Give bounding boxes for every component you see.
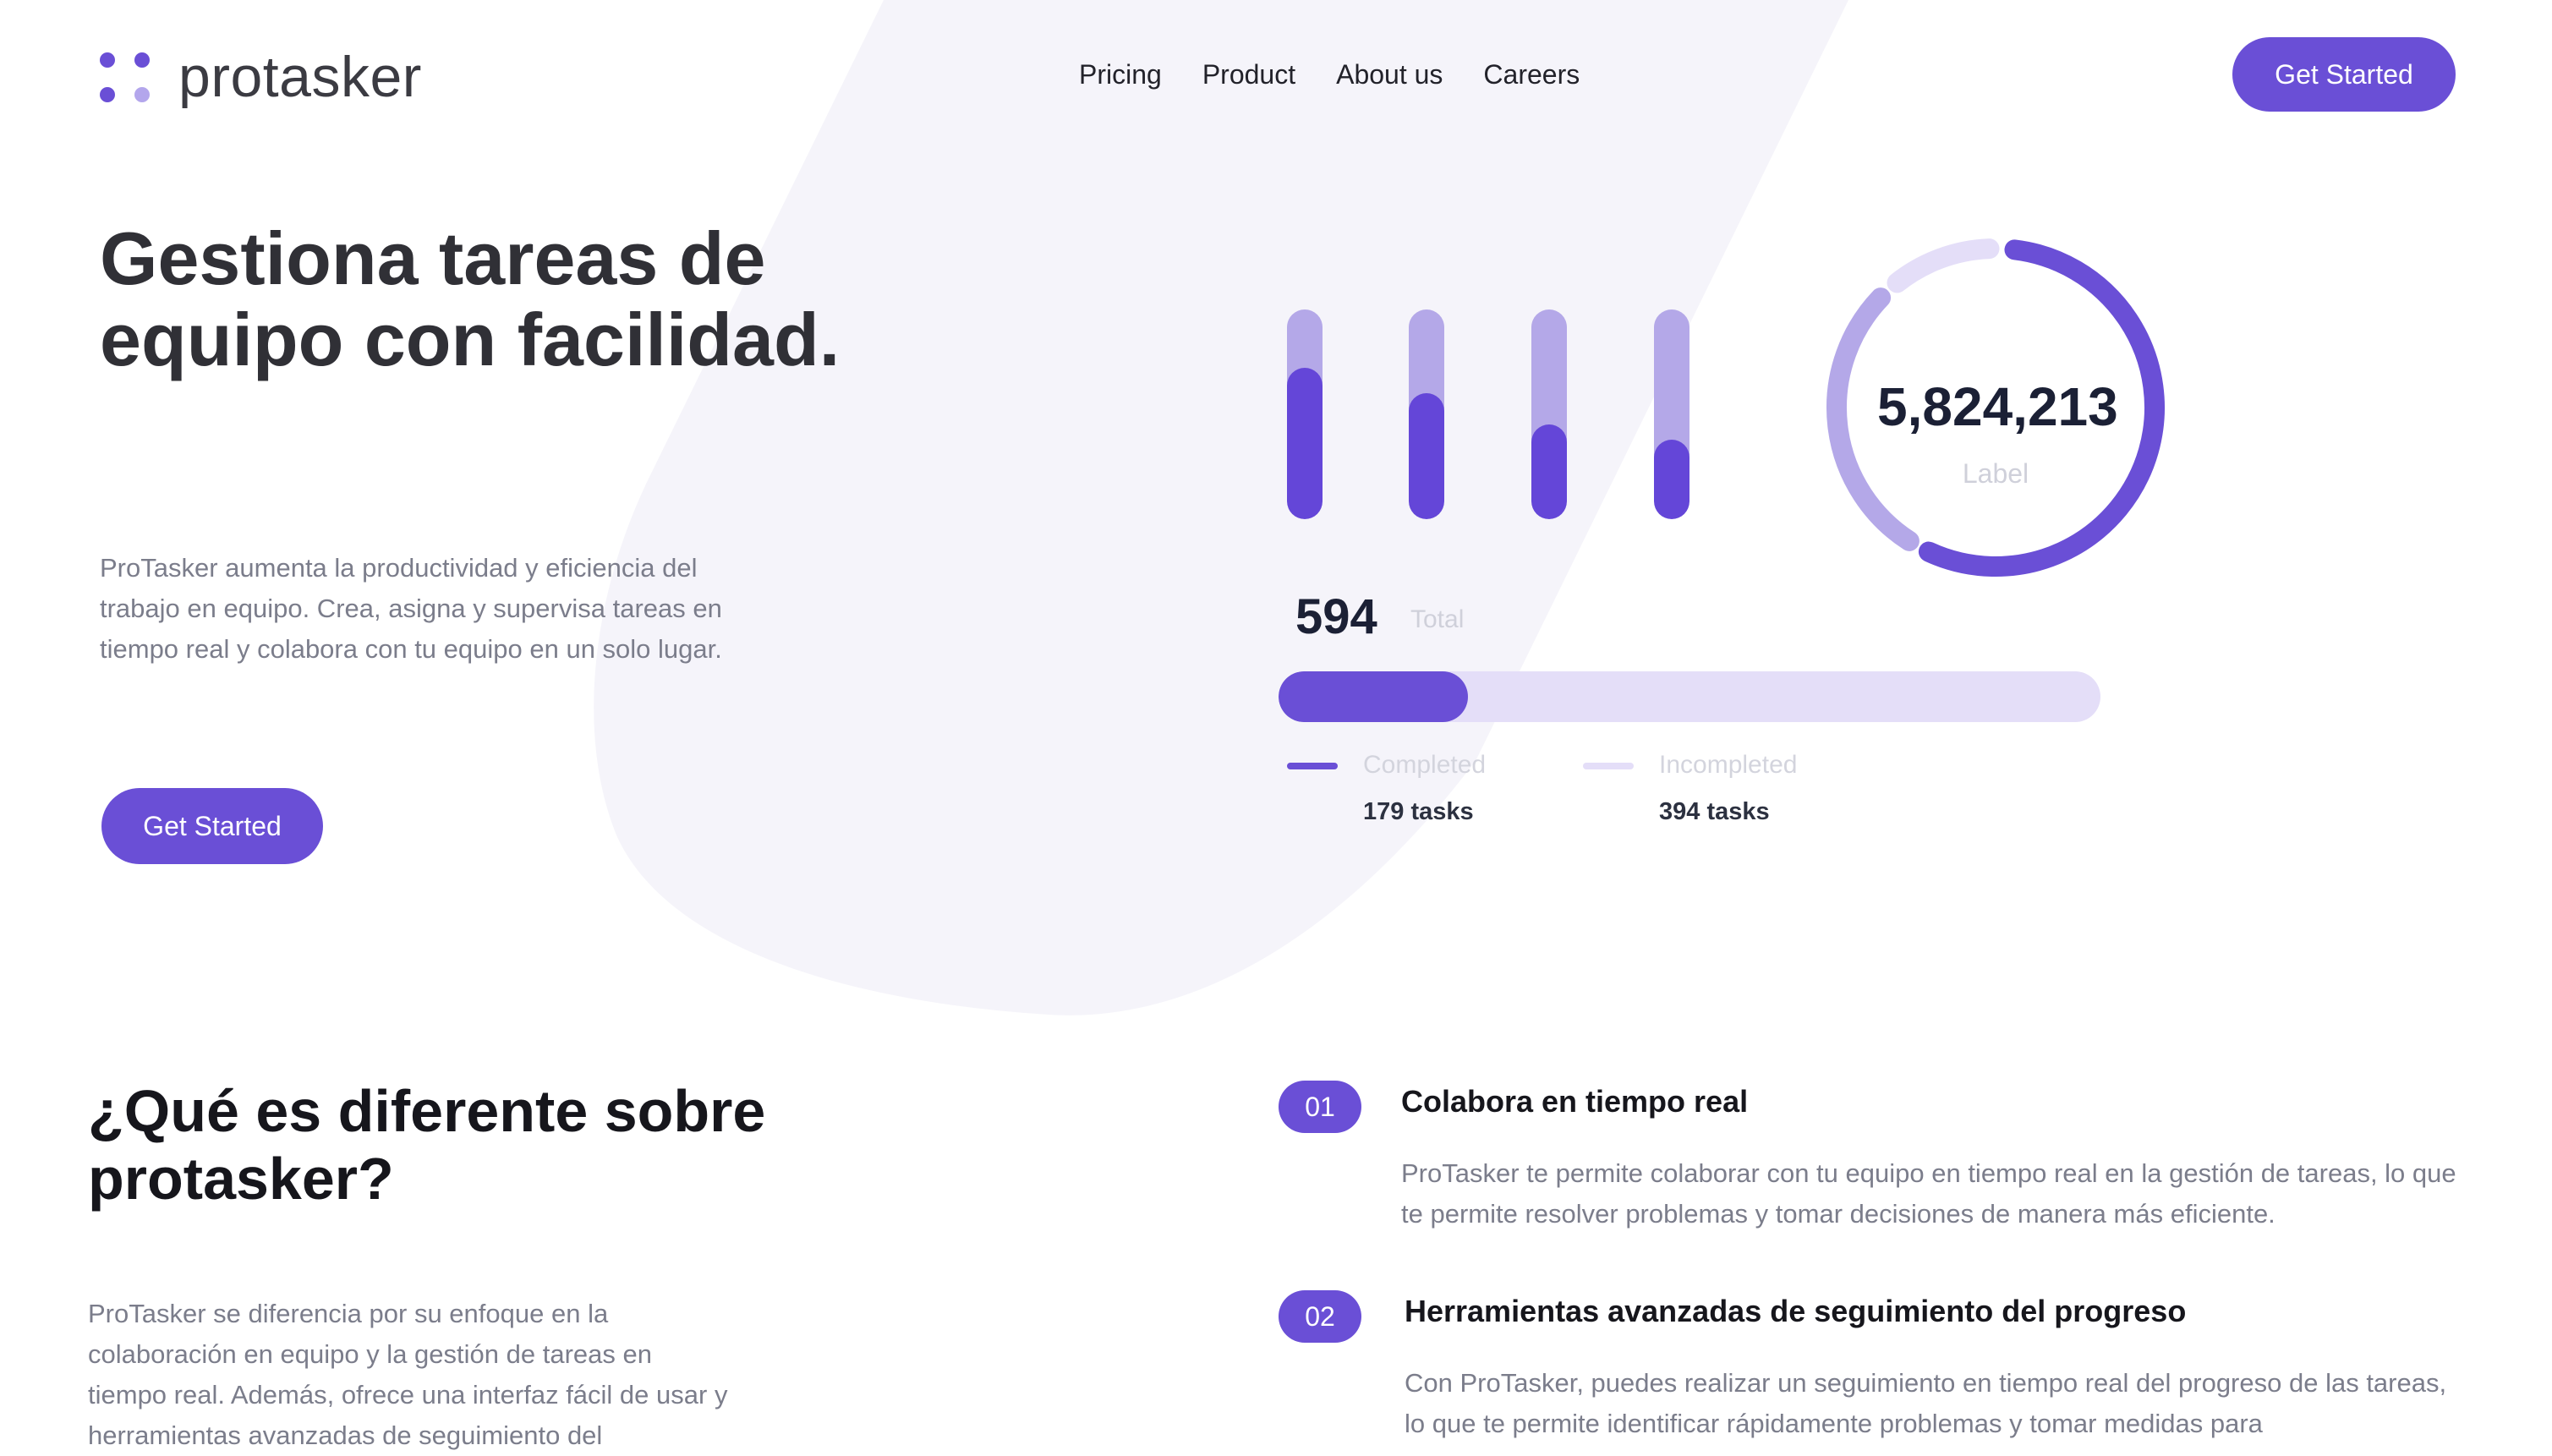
stat-bar bbox=[1409, 309, 1444, 519]
brand-name: protasker bbox=[178, 45, 422, 109]
stat-bar bbox=[1287, 309, 1323, 519]
donut-label: Label bbox=[1962, 458, 2029, 489]
donut-segment bbox=[1887, 238, 2000, 293]
header-get-started-button[interactable]: Get Started bbox=[2232, 37, 2456, 112]
brand-logo[interactable]: protasker bbox=[100, 44, 422, 110]
stat-bar-fill bbox=[1531, 424, 1567, 519]
feature-number-badge: 02 bbox=[1279, 1290, 1361, 1343]
legend-label: Completed bbox=[1363, 751, 1487, 779]
stat-bar bbox=[1654, 309, 1689, 519]
nav-item-about-us[interactable]: About us bbox=[1336, 59, 1443, 90]
stat-bar-fill bbox=[1654, 439, 1689, 519]
legend-swatch bbox=[1287, 763, 1338, 769]
section-title: ¿Qué es diferente sobre protasker? bbox=[88, 1078, 766, 1212]
feature-description: Con ProTasker, puedes realizar un seguim… bbox=[1405, 1368, 2447, 1438]
hero-title: Gestiona tareas de equipo con facilidad. bbox=[100, 216, 841, 381]
legend-label: Incompleted bbox=[1659, 751, 1798, 779]
stat-bar bbox=[1531, 309, 1567, 519]
logo-mark bbox=[100, 52, 150, 102]
tasks-progress-bar bbox=[1279, 671, 2100, 722]
feature-title: Herramientas avanzadas de seguimiento de… bbox=[1405, 1294, 2187, 1328]
legend-swatch bbox=[1583, 763, 1634, 769]
nav-item-product[interactable]: Product bbox=[1202, 59, 1295, 90]
legend-value: 394 tasks bbox=[1659, 798, 1770, 825]
feature-title: Colabora en tiempo real bbox=[1401, 1084, 1749, 1119]
stat-bar-fill bbox=[1287, 368, 1323, 519]
feature-description: ProTasker te permite colaborar con tu eq… bbox=[1401, 1158, 2456, 1229]
main-nav: Pricing Product About us Careers bbox=[1079, 59, 1580, 90]
total-label: Total bbox=[1410, 605, 1465, 633]
total-value: 594 bbox=[1295, 589, 1377, 644]
nav-item-pricing[interactable]: Pricing bbox=[1079, 59, 1162, 90]
stat-bar-fill bbox=[1409, 393, 1444, 519]
hero-description: ProTasker aumenta la productividad y efi… bbox=[100, 553, 722, 664]
feature-number-badge: 01 bbox=[1279, 1081, 1361, 1133]
donut-value: 5,824,213 bbox=[1877, 376, 2118, 437]
section-description: ProTasker se diferencia por su enfoque e… bbox=[88, 1299, 728, 1450]
nav-item-careers[interactable]: Careers bbox=[1483, 59, 1580, 90]
hero-get-started-button[interactable]: Get Started bbox=[101, 788, 323, 864]
tasks-progress-fill bbox=[1279, 671, 1468, 722]
legend-value: 179 tasks bbox=[1363, 798, 1474, 825]
